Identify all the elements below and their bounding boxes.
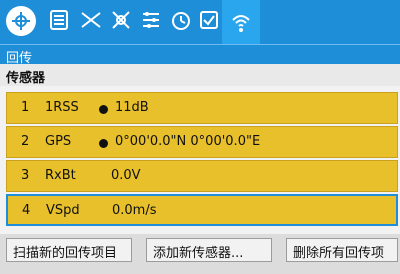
sensor-value: 0°00'0.0"N 0°00'0.0"E [115,134,261,149]
sensor-value: 0.0m/s [112,203,157,218]
failsafe-icon [112,11,130,29]
sensor-name: VSpd [46,203,80,218]
failsafe-button[interactable] [108,5,134,35]
sensor-row[interactable]: 2 GPS 0°00'0.0"N 0°00'0.0"E [6,126,398,158]
checklist-button[interactable] [196,5,222,35]
sensor-name: RxBt [45,168,76,183]
sensor-index: 3 [21,168,30,183]
add-sensor-button[interactable]: 添加新传感器... [146,238,272,262]
status-dot-icon [99,139,108,148]
checklist-icon [200,11,218,29]
telemetry-button[interactable] [222,0,260,44]
home-icon [12,12,30,30]
telemetry-icon [232,15,250,32]
sensor-row[interactable]: 1 1RSS 11dB [6,92,398,124]
sensor-name: GPS [45,134,72,149]
sensor-row-selected[interactable]: 4 VSpd 0.0m/s [6,194,398,226]
model-button[interactable] [78,5,104,35]
title-bar: 回传 [0,44,400,66]
status-dot-icon [99,105,108,114]
telemetry-screen: 回传 传感器 1 1RSS 11dB 2 GPS 0°00'0.0"N 0°00… [0,0,400,274]
model-icon [81,12,101,28]
timer-button[interactable] [168,5,194,35]
sensor-index: 1 [21,100,30,115]
sensor-value: 11dB [115,100,149,115]
mixer-icon [143,12,159,28]
list-icon [50,10,68,30]
top-navbar [0,0,400,44]
sensor-list: 1 1RSS 11dB 2 GPS 0°00'0.0"N 0°00'0.0"E … [0,86,400,234]
home-button[interactable] [6,6,36,36]
sensor-index: 2 [21,134,30,149]
timer-icon [172,12,190,30]
mixer-button[interactable] [138,5,164,35]
action-bar: 扫描新的回传项目 添加新传感器... 删除所有回传项 [0,234,400,274]
sensor-row[interactable]: 3 RxBt 0.0V [6,160,398,192]
section-header: 传感器 [0,64,400,86]
sensor-name: 1RSS [45,100,79,115]
section-title: 传感器 [6,71,46,86]
sensor-value: 0.0V [111,168,141,183]
list-button[interactable] [46,5,72,35]
sensor-index: 4 [22,203,31,218]
discover-sensors-button[interactable]: 扫描新的回传项目 [6,238,132,262]
delete-all-sensors-button[interactable]: 删除所有回传项 [286,238,398,262]
